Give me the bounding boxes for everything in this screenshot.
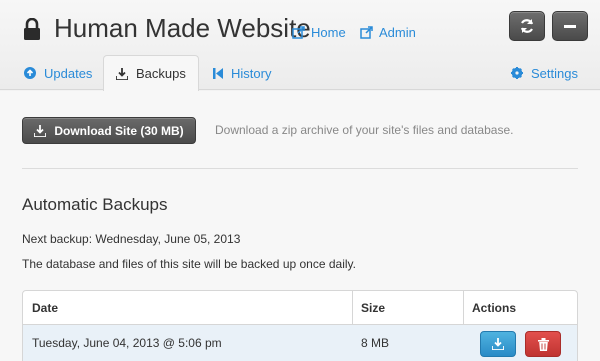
download-icon xyxy=(492,338,504,350)
download-backup-button[interactable] xyxy=(480,331,516,357)
skip-back-icon xyxy=(213,67,223,79)
column-header-date: Date xyxy=(32,300,59,315)
refresh-icon xyxy=(520,19,534,33)
tab-backups[interactable]: Backups xyxy=(103,55,199,92)
home-link[interactable]: Home xyxy=(292,25,346,40)
minimize-icon xyxy=(564,25,576,28)
download-site-button[interactable]: Download Site (30 MB) xyxy=(22,117,196,144)
divider xyxy=(22,168,578,169)
backups-panel: Download Site (30 MB) Download a zip arc… xyxy=(0,91,600,361)
backup-size: 8 MB xyxy=(361,336,390,350)
tab-history[interactable]: History xyxy=(213,55,271,91)
download-description: Download a zip archive of your site's fi… xyxy=(215,123,514,137)
tab-bar: Updates Backups History Settings xyxy=(0,55,600,92)
home-link-label[interactable]: Home xyxy=(311,25,346,40)
refresh-button[interactable] xyxy=(509,11,545,41)
download-icon xyxy=(34,124,47,137)
download-site-label[interactable]: Download Site (30 MB) xyxy=(54,124,183,138)
admin-link-label[interactable]: Admin xyxy=(379,25,416,40)
trash-icon xyxy=(537,337,549,351)
backup-note: The database and files of this site will… xyxy=(22,257,356,271)
tab-updates[interactable]: Updates xyxy=(24,55,92,91)
site-header: Human Made Website Home Admin Updates Ba… xyxy=(0,0,600,92)
column-header-size: Size xyxy=(361,300,386,315)
column-header-actions: Actions xyxy=(472,300,517,315)
backup-date: Tuesday, June 04, 2013 @ 5:06 pm xyxy=(32,336,222,350)
delete-backup-button[interactable] xyxy=(525,331,561,357)
next-backup-text: Next backup: Wednesday, June 05, 2013 xyxy=(22,232,241,246)
minimize-button[interactable] xyxy=(552,11,588,41)
tab-history-label[interactable]: History xyxy=(231,66,271,81)
external-link-icon xyxy=(292,26,305,39)
external-link-icon xyxy=(360,26,373,39)
tab-updates-label[interactable]: Updates xyxy=(44,66,92,81)
admin-link[interactable]: Admin xyxy=(360,25,416,40)
tab-settings-label[interactable]: Settings xyxy=(531,66,578,81)
arrow-circle-up-icon xyxy=(24,67,36,79)
table-row: Tuesday, June 04, 2013 @ 5:06 pm 8 MB xyxy=(23,324,577,361)
tab-settings[interactable]: Settings xyxy=(511,55,578,91)
lock-icon xyxy=(24,18,40,40)
automatic-backups-title: Automatic Backups xyxy=(22,195,168,214)
gear-icon xyxy=(511,67,523,79)
download-icon xyxy=(116,67,128,80)
backups-table: Date Size Actions Tuesday, June 04, 2013… xyxy=(22,290,578,361)
tab-backups-label[interactable]: Backups xyxy=(136,66,186,81)
site-title: Human Made Website xyxy=(54,13,311,43)
